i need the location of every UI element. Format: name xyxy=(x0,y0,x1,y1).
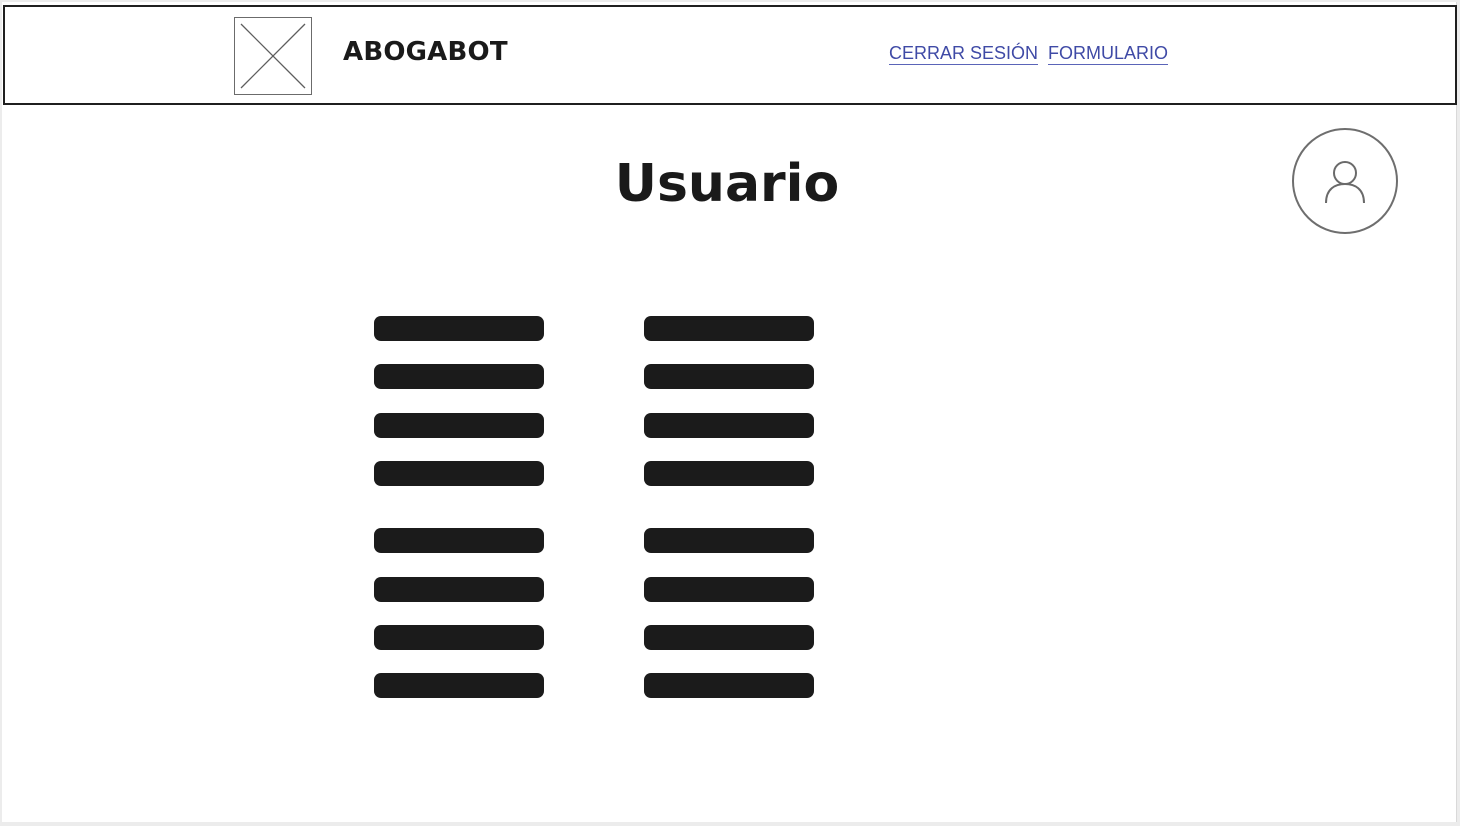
field-placeholder-bar xyxy=(644,673,814,698)
field-placeholder-bar xyxy=(644,413,814,438)
field-placeholder-bar xyxy=(644,528,814,553)
page-title: Usuario xyxy=(614,154,840,214)
user-icon xyxy=(1325,161,1365,204)
form-link[interactable]: FORMULARIO xyxy=(1048,43,1169,65)
field-placeholder-bar xyxy=(374,461,544,486)
field-placeholder-bar xyxy=(374,364,544,389)
logout-link[interactable]: CERRAR SESIÓN xyxy=(889,43,1039,65)
field-placeholder-bar xyxy=(644,461,814,486)
field-placeholder-bar xyxy=(374,528,544,553)
field-placeholder-bar xyxy=(644,316,814,341)
image-placeholder-icon xyxy=(240,23,306,89)
field-placeholder-bar xyxy=(644,577,814,602)
brand-name: ABOGABOT xyxy=(343,37,508,67)
page-canvas xyxy=(2,2,1457,822)
top-header: ABOGABOT CERRAR SESIÓN FORMULARIO xyxy=(3,5,1457,105)
field-placeholder-bar xyxy=(644,625,814,650)
field-placeholder-bar xyxy=(374,625,544,650)
field-placeholder-bar xyxy=(644,364,814,389)
field-placeholder-bar xyxy=(374,673,544,698)
field-placeholder-bar xyxy=(374,577,544,602)
user-avatar[interactable] xyxy=(1292,128,1398,234)
field-placeholder-bar xyxy=(374,413,544,438)
logo-image-placeholder xyxy=(234,17,312,95)
field-placeholder-bar xyxy=(374,316,544,341)
